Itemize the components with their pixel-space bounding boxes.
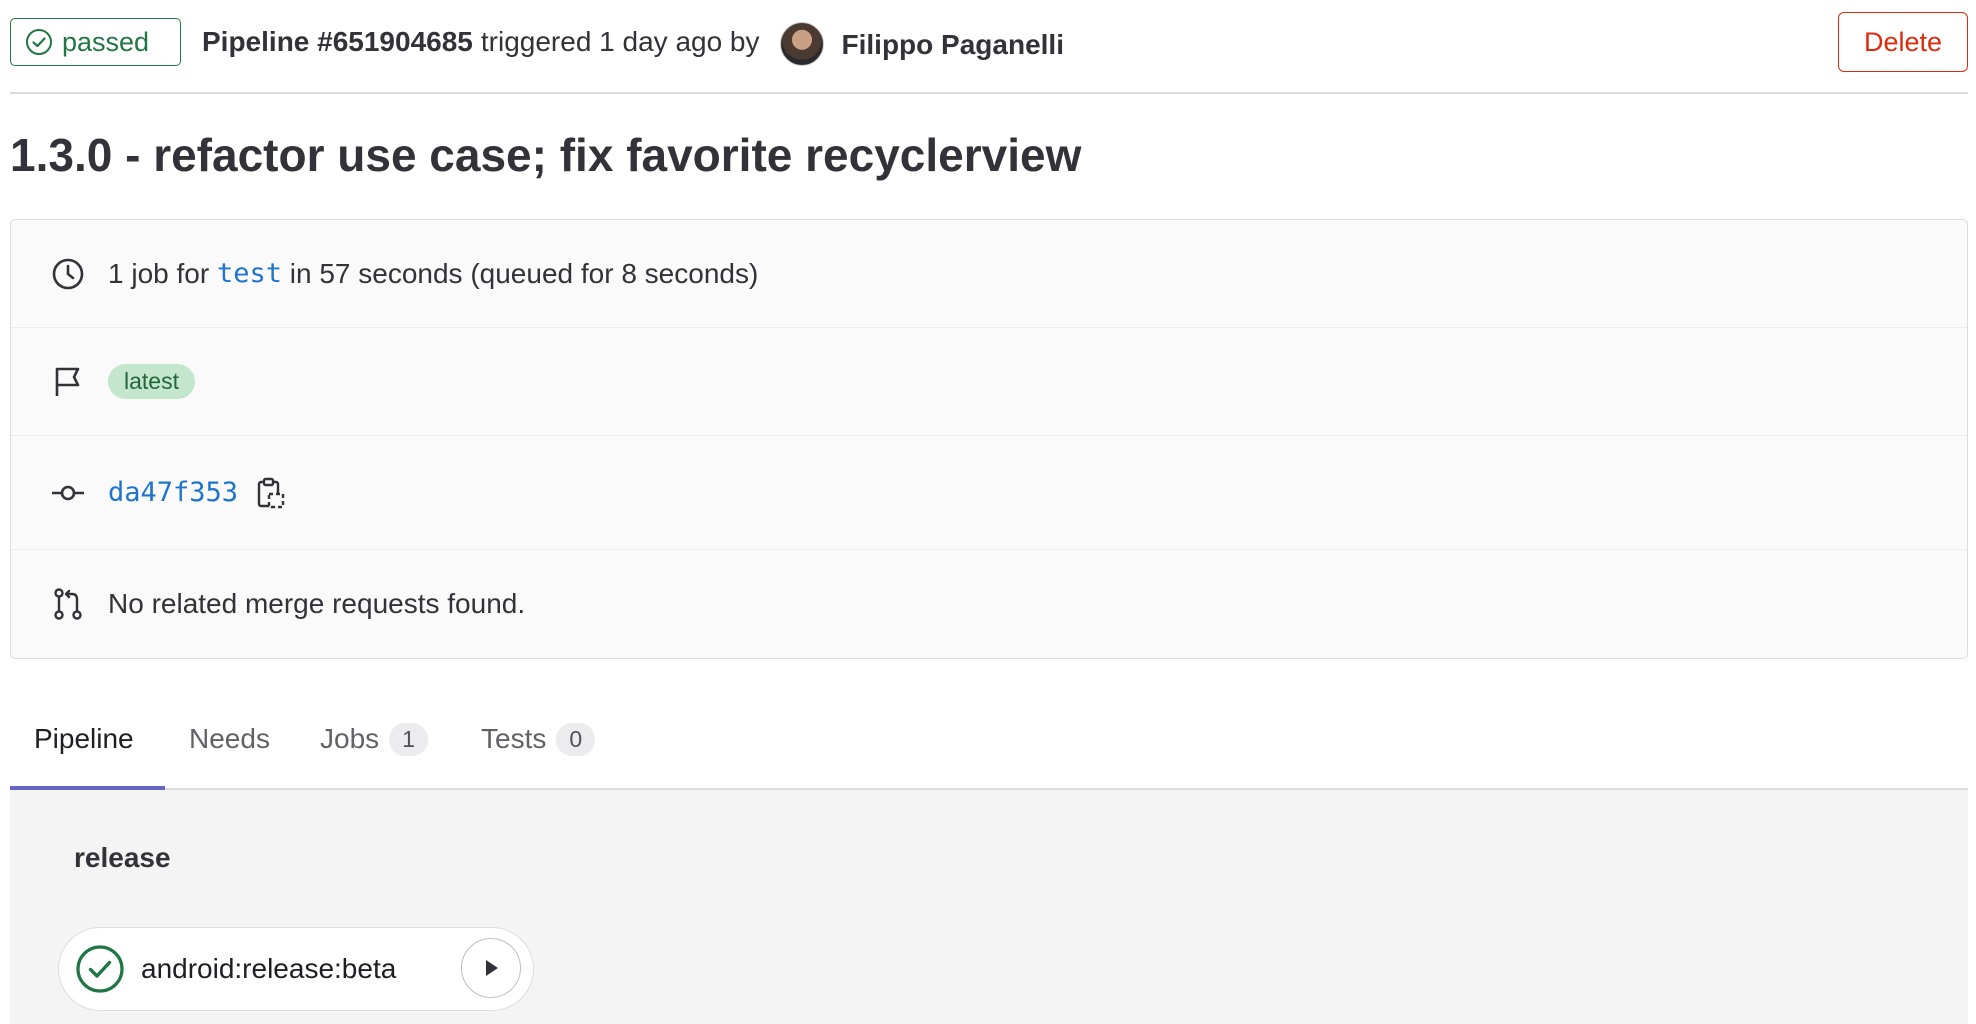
copy-icon[interactable] — [256, 477, 286, 509]
tab-label: Jobs — [320, 723, 380, 754]
clock-icon — [51, 257, 85, 291]
merge-request-icon — [51, 587, 85, 621]
pipeline-graph: release android:release:beta — [10, 790, 1968, 1024]
author-name[interactable]: Filippo Paganelli — [842, 29, 1064, 61]
status-badge[interactable]: passed — [10, 18, 181, 66]
stage-name: release — [74, 842, 171, 873]
triggered-text: triggered 1 day ago by — [480, 26, 760, 57]
info-row-tags: latest — [11, 328, 1967, 436]
commit-icon — [51, 476, 85, 510]
flag-icon — [51, 365, 85, 399]
status-success-icon — [76, 945, 124, 993]
play-button[interactable] — [461, 938, 521, 998]
tab-count-badge: 1 — [389, 722, 428, 756]
jobs-suffix: in 57 seconds (queued for 8 seconds) — [289, 257, 759, 289]
pipeline-summary: Pipeline #651904685 triggered 1 day ago … — [202, 20, 1064, 66]
ref-link[interactable]: test — [217, 258, 282, 289]
pipeline-id: Pipeline #651904685 — [202, 26, 473, 57]
pipeline-page: passed Pipeline #651904685 triggered 1 d… — [0, 0, 1976, 1024]
tab-label: Needs — [189, 723, 270, 754]
job-name: android:release:beta — [141, 953, 397, 984]
pipeline-info-card: 1 job for test in 57 seconds (queued for… — [10, 219, 1968, 659]
tab-label: Pipeline — [34, 723, 134, 754]
tab-label: Tests — [481, 723, 547, 754]
latest-badge[interactable]: latest — [108, 364, 195, 399]
tab-count-badge: 0 — [556, 722, 596, 756]
tab-tests[interactable]: Tests 0 — [481, 688, 596, 790]
info-row-merge-requests: No related merge requests found. — [11, 550, 1967, 658]
merge-requests-text: No related merge requests found. — [108, 588, 526, 619]
commit-content: da47f353 — [108, 477, 286, 509]
play-icon — [486, 960, 498, 976]
status-label: passed — [62, 26, 150, 57]
commit-sha-link[interactable]: da47f353 — [108, 477, 238, 508]
tab-jobs[interactable]: Jobs 1 — [320, 688, 428, 790]
info-row-duration: 1 job for test in 57 seconds (queued for… — [11, 220, 1967, 328]
duration-text: 1 job for test in 57 seconds (queued for… — [108, 258, 758, 290]
info-row-commit: da47f353 — [11, 436, 1967, 550]
status-passed-icon — [26, 29, 52, 55]
pipeline-header: passed Pipeline #651904685 triggered 1 d… — [10, 12, 1968, 94]
page-title: 1.3.0 - refactor use case; fix favorite … — [10, 129, 1082, 181]
jobs-prefix: 1 job for — [108, 257, 210, 289]
job-item[interactable]: android:release:beta — [58, 927, 534, 1011]
tab-pipeline[interactable]: Pipeline — [34, 688, 134, 790]
avatar[interactable] — [779, 22, 824, 66]
pipeline-tabs: Pipeline Needs Jobs 1 Tests 0 — [10, 688, 1968, 790]
delete-button[interactable]: Delete — [1838, 12, 1968, 72]
tag-content: latest — [108, 364, 195, 399]
tab-needs[interactable]: Needs — [189, 688, 270, 790]
